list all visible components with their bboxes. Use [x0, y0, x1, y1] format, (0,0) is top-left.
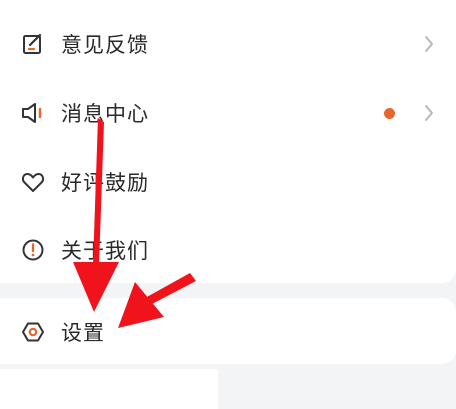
menu-item-label: 消息中心 — [61, 102, 149, 126]
unread-badge — [384, 107, 395, 119]
settings-label: 设置 — [61, 321, 105, 345]
settings-icon — [20, 319, 46, 345]
menu-item-messages[interactable]: 消息中心 — [0, 93, 456, 133]
settings-card: 设置 — [0, 298, 456, 364]
menu-item-label: 关于我们 — [61, 239, 149, 263]
menu-item-label: 好评鼓励 — [61, 171, 149, 195]
edit-icon — [20, 31, 46, 57]
speaker-icon — [20, 100, 46, 126]
menu-card: 意见反馈 消息中心 好评鼓励 关于我们 — [0, 0, 456, 283]
menu-item-settings[interactable]: 设置 — [0, 312, 456, 352]
menu-item-about[interactable]: 关于我们 — [0, 230, 456, 270]
menu-item-label: 意见反馈 — [61, 33, 149, 57]
bottom-panel — [0, 369, 218, 409]
menu-item-feedback[interactable]: 意见反馈 — [0, 24, 456, 64]
info-icon — [20, 237, 46, 263]
heart-icon — [20, 169, 46, 195]
chevron-right-icon — [422, 102, 436, 124]
menu-item-rate[interactable]: 好评鼓励 — [0, 162, 456, 202]
chevron-right-icon — [422, 33, 436, 55]
